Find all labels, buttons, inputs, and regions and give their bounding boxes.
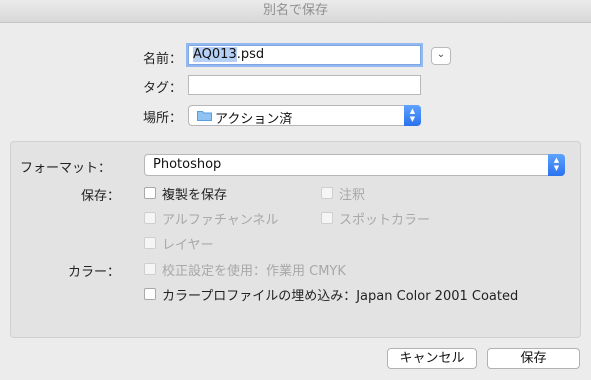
tags-label: タグ： — [142, 81, 182, 96]
name-label: 名前： — [142, 52, 182, 67]
chevron-down-icon: ⌄ — [436, 49, 446, 60]
checkbox-box[interactable] — [144, 187, 156, 199]
format-label: フォーマット： — [20, 161, 112, 176]
location-label: 場所： — [142, 111, 182, 126]
checkbox-label: アルファチャンネル — [162, 212, 279, 228]
checkbox-label: 複製を保存 — [162, 187, 228, 203]
checkbox-label: スポットカラー — [339, 212, 431, 228]
checkbox-save-copy[interactable]: 複製を保存 — [144, 185, 228, 203]
stepper-icon: ▲ ▼ — [404, 105, 421, 126]
save-button[interactable]: 保存 — [487, 348, 580, 369]
checkbox-box[interactable] — [321, 187, 333, 199]
location-value: アクション済 — [215, 112, 293, 127]
location-popup[interactable]: アクション済 ▲ ▼ — [188, 105, 421, 127]
checkbox-label: 注釈 — [339, 187, 366, 203]
checkbox-box[interactable] — [144, 263, 156, 275]
checkbox-use-proof-setup[interactable]: 校正設定を使用：作業用 CMYK — [144, 261, 346, 279]
checkbox-label: 校正設定を使用：作業用 CMYK — [162, 263, 346, 279]
color-options-label: カラー： — [67, 265, 120, 280]
name-input-selected-text: AQ013 — [193, 47, 237, 62]
checkbox-embed-color-profile[interactable]: カラープロファイルの埋め込み：Japan Color 2001 Coated — [144, 286, 519, 304]
checkbox-box[interactable] — [144, 288, 156, 300]
name-input-extension: .psd — [236, 47, 265, 62]
checkbox-alpha-channels[interactable]: アルファチャンネル — [144, 210, 279, 228]
checkbox-box[interactable] — [144, 212, 156, 224]
checkbox-box[interactable] — [144, 237, 156, 249]
checkbox-box[interactable] — [321, 212, 333, 224]
save-options-label: 保存： — [80, 189, 120, 204]
cancel-button[interactable]: キャンセル — [387, 348, 477, 369]
folder-icon — [197, 111, 212, 121]
name-input[interactable]: AQ013.psd — [188, 45, 421, 65]
checkbox-label: カラープロファイルの埋め込み：Japan Color 2001 Coated — [162, 288, 519, 304]
window-title: 別名で保存 — [262, 3, 328, 18]
checkbox-layers[interactable]: レイヤー — [144, 235, 214, 253]
window-titlebar: 別名で保存 — [0, 0, 591, 23]
format-popup[interactable]: Photoshop ▲ ▼ — [144, 154, 565, 176]
expand-dialog-button[interactable]: ⌄ — [431, 47, 451, 65]
checkbox-label: レイヤー — [162, 237, 214, 253]
format-value: Photoshop — [153, 157, 222, 172]
checkbox-notes[interactable]: 注釈 — [321, 185, 366, 203]
stepper-icon: ▲ ▼ — [548, 154, 565, 176]
tags-input[interactable] — [188, 75, 421, 95]
checkbox-spot-colors[interactable]: スポットカラー — [321, 210, 431, 228]
